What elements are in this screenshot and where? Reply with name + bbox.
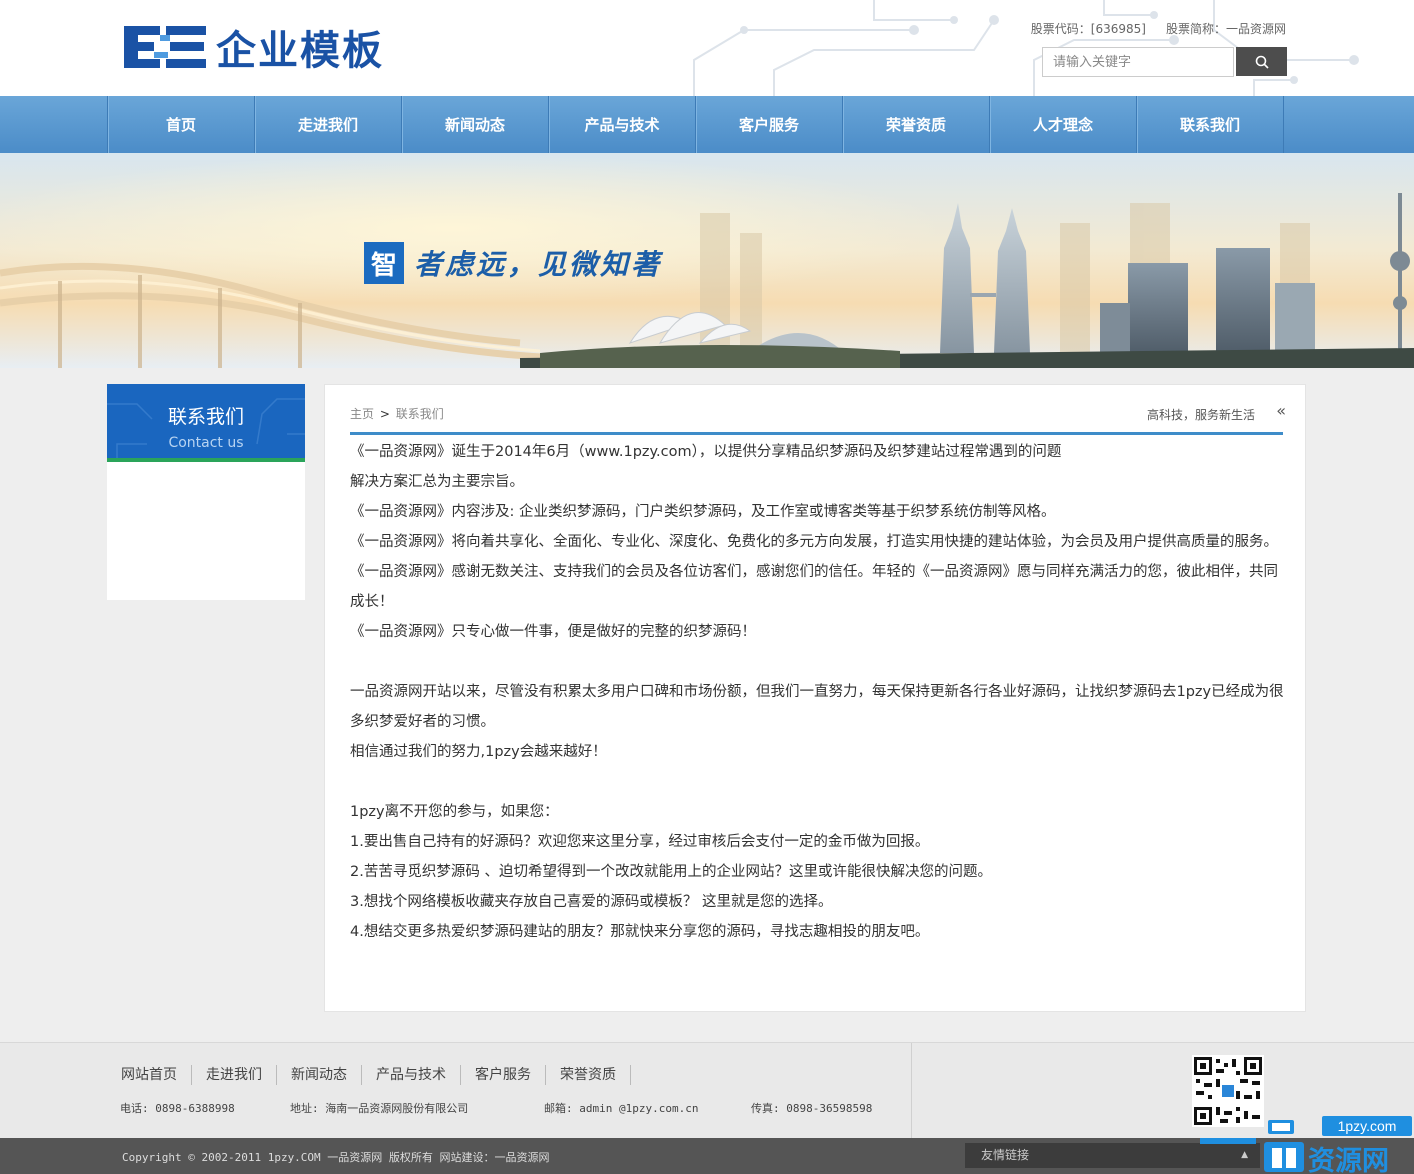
stock-name: 股票简称：一品资源网 [1165,22,1286,36]
logo-mark-icon [124,26,206,68]
banner: 智 者虑远，见微知著 [0,153,1414,368]
footer-email: 邮箱: admin @1pzy.com.cn [544,1102,699,1115]
banner-slogan: 智 者虑远，见微知著 [364,242,662,284]
breadcrumb-separator: > [379,407,390,421]
nav-item-news[interactable]: 新闻动态 [402,96,549,153]
article-paragraph: 《一品资源网》内容涉及: 企业类织梦源码，门户类织梦源码，及工作室或博客类等基于… [350,504,1056,520]
search-box [1042,47,1287,77]
nav-item-home[interactable]: 首页 [108,96,255,153]
watermark-name: 资源网 [1308,1146,1389,1174]
motto-text: 高科技，服务新生活 [1146,408,1255,422]
nav-item-about[interactable]: 走进我们 [255,96,402,153]
sidebar-subtitle: Contact us [168,435,244,451]
main-nav: 首页 走进我们 新闻动态 产品与技术 客户服务 荣誉资质 人才理念 联系我们 [0,96,1414,153]
article-body: 《一品资源网》诞生于2014年6月（www.1pzy.com），以提供分享精品织… [350,437,1285,947]
watermark-domain: 1pzy.com [1338,1118,1397,1134]
slogan-text: 者虑远，见微知著 [414,248,663,281]
footer-link-honors[interactable]: 荣誉资质 [546,1065,631,1085]
article-paragraph: 1.要出售自己持有的好源码？欢迎您来这里分享，经过审核后会支付一定的金币做为回报… [350,834,930,850]
article-paragraph: 解决方案汇总为主要宗旨。 [350,474,524,490]
footer-link-home[interactable]: 网站首页 [107,1065,192,1085]
footer-divider [911,1043,912,1139]
article-paragraph: 《一品资源网》只专心做一件事，便是做好的完整的织梦源码！ [350,624,756,640]
circuit-decoration [693,0,1359,96]
search-input[interactable] [1042,47,1234,77]
sidebar: 联系我们 Contact us [107,384,305,600]
footer-link-about[interactable]: 走进我们 [192,1065,277,1085]
nav-item-honors[interactable]: 荣誉资质 [843,96,990,153]
article-paragraph: 1pzy离不开您的参与，如果您： [350,804,559,820]
article-paragraph [350,767,1285,797]
footer-link-news[interactable]: 新闻动态 [277,1065,362,1085]
article-paragraph: 《一品资源网》将向着共享化、全面化、专业化、深度化、免费化的多元方向发展，打造实… [350,534,1278,550]
article-paragraph: 2.苦苦寻觅织梦源码 、迫切希望得到一个改改就能用上的企业网站？这里或许能很快解… [350,864,992,880]
article-paragraph: 4.想结交更多热爱织梦源码建站的朋友？那就快来分享您的源码，寻找志趣相投的朋友吧… [350,924,930,940]
nav-item-products[interactable]: 产品与技术 [549,96,696,153]
stock-code: 股票代码：[636985] [1030,22,1146,36]
breadcrumb-current[interactable]: 联系我们 [396,407,444,421]
breadcrumb-home[interactable]: 主页 [350,407,374,421]
breadcrumb: 主页 > 联系我们 [350,405,444,422]
main-content: 主页 > 联系我们 高科技，服务新生活 ‹‹ 《一品资源网》诞生于2014年6月… [324,384,1306,1012]
double-chevron-left-icon: ‹‹ [1276,401,1286,420]
nav-item-service[interactable]: 客户服务 [696,96,843,153]
footer-phone: 电话: 0898-6388998 [120,1102,235,1115]
site-logo[interactable]: 企业模板 [124,22,384,74]
article-paragraph [350,647,1285,677]
search-icon [1255,55,1269,69]
article-paragraph: 《一品资源网》感谢无数关注、支持我们的会员及各位访客们，感谢您们的信任。年轻的《… [350,564,1278,610]
nav-item-talent[interactable]: 人才理念 [990,96,1137,153]
footer-link-service[interactable]: 客户服务 [461,1065,546,1085]
search-button[interactable] [1236,47,1287,76]
slogan-highlight-char: 智 [364,242,404,284]
article-paragraph: 《一品资源网》诞生于2014年6月（www.1pzy.com），以提供分享精品织… [350,444,1062,460]
city-skyline-image [0,153,1414,368]
nav-item-contact[interactable]: 联系我们 [1137,96,1284,153]
header: 企业模板 股票代码：[636985] 股票简称：一品资源网 [0,0,1414,96]
watermark-logo: 1pzy.com 资源网 [1200,1116,1412,1174]
article-paragraph: 一品资源网开站以来，尽管没有积累太多用户口碑和市场份额，但我们一直努力，每天保持… [350,684,1284,730]
breadcrumb-bar: 主页 > 联系我们 高科技，服务新生活 ‹‹ [350,401,1286,435]
footer-links: 网站首页 走进我们 新闻动态 产品与技术 客户服务 荣誉资质 [107,1065,631,1085]
footer-address: 地址: 海南一品资源网股份有限公司 [290,1102,469,1115]
footer-link-products[interactable]: 产品与技术 [362,1065,461,1085]
friend-links-label: 友情链接 [981,1148,1030,1162]
copyright-text: Copyright © 2002-2011 1pzy.COM 一品资源网 版权所… [122,1151,550,1164]
footer-fax: 传真: 0898-36598598 [751,1102,873,1115]
sidebar-header: 联系我们 Contact us [107,384,305,462]
stock-info: 股票代码：[636985] 股票简称：一品资源网 [1031,20,1286,37]
logo-text: 企业模板 [216,28,384,74]
article-paragraph: 相信通过我们的努力,1pzy会越来越好！ [350,744,607,760]
article-paragraph: 3.想找个网络模板收藏夹存放自己喜爱的源码或模板？ 这里就是您的选择。 [350,894,833,910]
sidebar-title: 联系我们 [167,406,244,428]
